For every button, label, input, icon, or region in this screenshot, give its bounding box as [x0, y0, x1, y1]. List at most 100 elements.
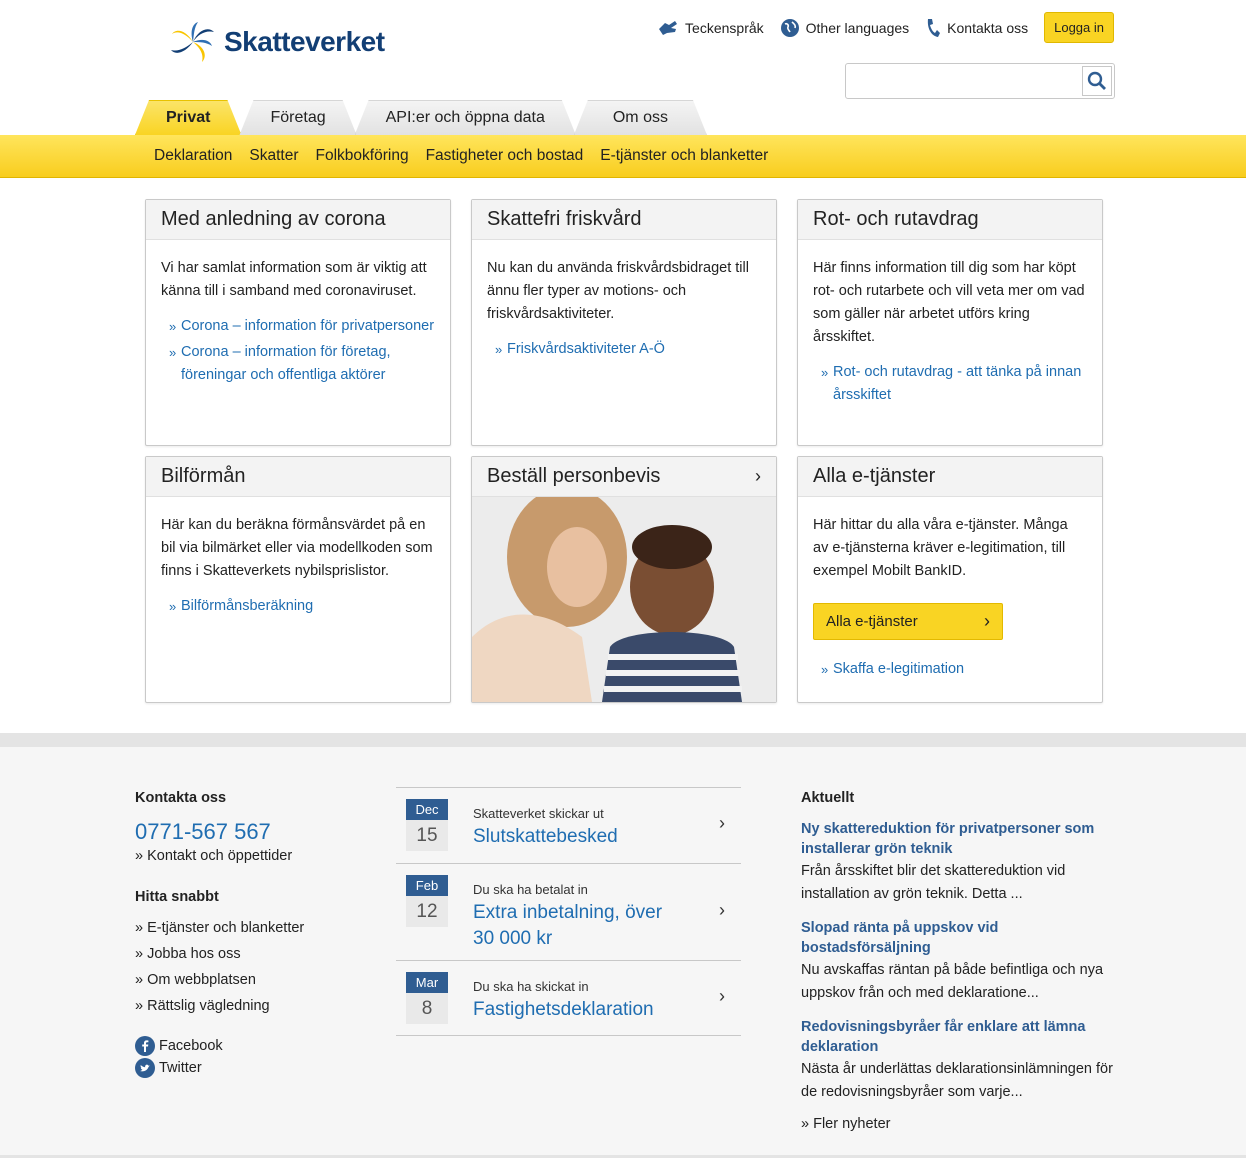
subnav-fastigheter[interactable]: Fastigheter och bostad: [426, 147, 584, 165]
news-item: Redovisningsbyråer får enklare att lämna…: [801, 1017, 1121, 1104]
search-box[interactable]: [845, 63, 1115, 99]
tab-api[interactable]: API:er och öppna data: [355, 100, 576, 135]
site-header: Skatteverket Teckenspråk Other languages…: [0, 0, 1246, 135]
news-title[interactable]: Ny skattereduktion för privatpersoner so…: [801, 819, 1121, 859]
more-news-link[interactable]: Fler nyheter: [801, 1113, 1121, 1135]
news-text: Från årsskiftet blir det skattereduktion…: [801, 863, 1066, 902]
card-title-text: Beställ personbevis: [487, 465, 661, 487]
date-day: 15: [406, 820, 448, 851]
news-title[interactable]: Slopad ränta på uppskov vid bostadsförsä…: [801, 918, 1121, 958]
twitter-label: Twitter: [159, 1060, 202, 1076]
event-title: Extra inbetalning, över 30 000 kr: [473, 902, 663, 949]
photo-illustration: [472, 497, 776, 702]
event-title: Slutskattebesked: [473, 826, 618, 847]
news-item: Slopad ränta på uppskov vid bostadsförsä…: [801, 918, 1121, 1005]
event-row[interactable]: Mar 8 Du ska ha skickat in Fastighetsdek…: [396, 960, 741, 1036]
card-bilforman: Bilförmån Här kan du beräkna förmånsvärd…: [145, 456, 451, 703]
date-month: Mar: [406, 972, 448, 993]
subnav-skatter[interactable]: Skatter: [249, 147, 298, 165]
tab-privat[interactable]: Privat: [135, 100, 241, 135]
footer: Kontakta oss 0771-567 567 Kontakt och öp…: [0, 733, 1246, 1158]
news-item: Ny skattereduktion för privatpersoner so…: [801, 819, 1121, 906]
chevron-right-icon: ›: [984, 611, 990, 631]
contact-hours-link[interactable]: Kontakt och öppettider: [135, 845, 365, 867]
card-rot: Rot- och rutavdrag Här finns information…: [797, 199, 1103, 446]
quick-link[interactable]: Om webbplatsen: [135, 969, 365, 991]
card-link[interactable]: Friskvårdsaktiviteter A-Ö: [487, 338, 761, 361]
search-input[interactable]: [854, 65, 1084, 97]
event-row[interactable]: Dec 15 Skatteverket skickar ut Slutskatt…: [396, 787, 741, 863]
tab-om-oss[interactable]: Om oss: [574, 100, 707, 135]
news-heading: Aktuellt: [801, 790, 855, 806]
logo[interactable]: Skatteverket: [168, 20, 385, 64]
mother-child-photo: [472, 497, 776, 702]
event-row[interactable]: Feb 12 Du ska ha betalat in Extra inbeta…: [396, 863, 741, 960]
twitter-link[interactable]: Twitter: [135, 1057, 365, 1079]
sub-navigation: Deklaration Skatter Folkbokföring Fastig…: [0, 135, 1246, 178]
date-badge: Dec 15: [406, 799, 448, 851]
quick-link[interactable]: Jobba hos oss: [135, 943, 365, 965]
other-languages-label: Other languages: [805, 19, 910, 36]
event-pretext: Du ska ha betalat in: [473, 882, 588, 897]
card-text: Här hittar du alla våra e-tjänster. Mång…: [813, 517, 1068, 579]
card-title[interactable]: Med anledning av corona: [146, 200, 450, 240]
subnav-folkbokforing[interactable]: Folkbokföring: [316, 147, 409, 165]
news-title[interactable]: Redovisningsbyråer får enklare att lämna…: [801, 1017, 1121, 1057]
event-title: Fastighetsdeklaration: [473, 999, 654, 1020]
card-title[interactable]: Beställ personbevis ›: [472, 457, 776, 497]
subnav-etjanster[interactable]: E-tjänster och blanketter: [600, 147, 768, 165]
contact-heading: Kontakta oss: [135, 790, 227, 806]
sign-language-icon: [659, 20, 678, 35]
all-e-services-button[interactable]: Alla e-tjänster ›: [813, 603, 1003, 640]
date-badge: Mar 8: [406, 972, 448, 1024]
other-languages-link[interactable]: Other languages: [780, 13, 910, 43]
card-personbevis[interactable]: Beställ personbevis ›: [471, 456, 777, 703]
card-title[interactable]: Bilförmån: [146, 457, 450, 497]
chevron-right-icon: ›: [719, 813, 725, 833]
globe-icon: [780, 18, 799, 37]
search-icon: [1087, 71, 1106, 90]
chevron-right-icon: ›: [719, 986, 725, 1006]
sign-language-label: Teckenspråk: [685, 19, 764, 36]
news-text: Nästa år underlättas deklarationsinlämni…: [801, 1061, 1113, 1100]
date-day: 8: [406, 993, 448, 1024]
login-button[interactable]: Logga in: [1044, 12, 1114, 43]
button-label: Alla e-tjänster: [826, 613, 918, 630]
event-pretext: Skatteverket skickar ut: [473, 806, 604, 821]
quick-link[interactable]: E-tjänster och blanketter: [135, 917, 365, 939]
subnav-deklaration[interactable]: Deklaration: [154, 147, 232, 165]
facebook-link[interactable]: Facebook: [135, 1035, 365, 1057]
card-text: Här kan du beräkna förmånsvärdet på en b…: [161, 517, 433, 579]
card-friskvard: Skattefri friskvård Nu kan du använda fr…: [471, 199, 777, 446]
facebook-label: Facebook: [159, 1038, 223, 1054]
quick-link[interactable]: Rättslig vägledning: [135, 995, 365, 1017]
contact-link[interactable]: Kontakta oss: [925, 13, 1028, 43]
card-corona: Med anledning av corona Vi har samlat in…: [145, 199, 451, 446]
card-etjanster: Alla e-tjänster Här hittar du alla våra …: [797, 456, 1103, 703]
card-link[interactable]: Corona – information för företag, föreni…: [161, 341, 435, 387]
tab-foretag[interactable]: Företag: [239, 100, 356, 135]
date-month: Feb: [406, 875, 448, 896]
card-title[interactable]: Alla e-tjänster: [798, 457, 1102, 497]
card-link[interactable]: Corona – information för privatpersoner: [161, 315, 435, 338]
card-title[interactable]: Rot- och rutavdrag: [798, 200, 1102, 240]
sign-language-link[interactable]: Teckenspråk: [657, 13, 764, 43]
card-link[interactable]: Skaffa e-legitimation: [813, 658, 1087, 681]
event-pretext: Du ska ha skickat in: [473, 979, 589, 994]
card-text: Här finns information till dig som har k…: [813, 260, 1085, 345]
footer-events: Dec 15 Skatteverket skickar ut Slutskatt…: [396, 787, 741, 1036]
card-link[interactable]: Bilförmånsberäkning: [161, 595, 435, 618]
card-text: Nu kan du använda friskvårdsbidraget til…: [487, 260, 749, 322]
footer-news: Aktuellt Ny skattereduktion för privatpe…: [801, 790, 1121, 1135]
twitter-icon: [135, 1058, 155, 1078]
card-link[interactable]: Rot- och rutavdrag - att tänka på innan …: [813, 361, 1087, 407]
date-month: Dec: [406, 799, 448, 820]
top-links: Teckenspråk Other languages Kontakta oss…: [657, 12, 1114, 43]
date-day: 12: [406, 896, 448, 927]
phone-number[interactable]: 0771-567 567: [135, 819, 365, 845]
card-title[interactable]: Skattefri friskvård: [472, 200, 776, 240]
search-button[interactable]: [1082, 66, 1112, 96]
news-text: Nu avskaffas räntan på både befintliga o…: [801, 962, 1104, 1001]
logo-icon: [171, 22, 214, 62]
footer-contact: Kontakta oss 0771-567 567 Kontakt och öp…: [135, 790, 365, 1079]
